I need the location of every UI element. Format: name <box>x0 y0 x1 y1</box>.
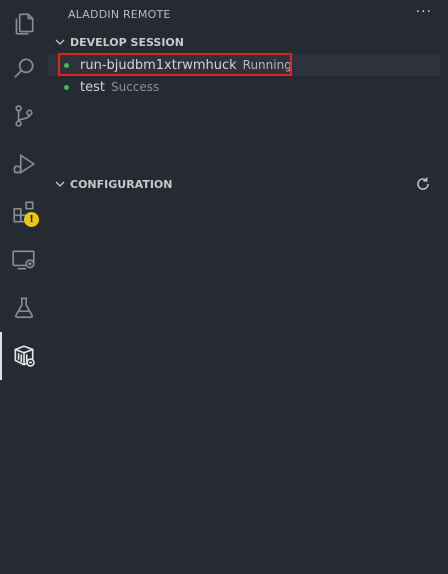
status-dot <box>64 84 69 90</box>
aladdin-remote-icon[interactable] <box>0 332 48 380</box>
search-icon[interactable] <box>0 44 48 92</box>
session-status: Success <box>110 80 160 94</box>
extensions-icon[interactable]: ! <box>0 188 48 236</box>
section-configuration[interactable]: CONFIGURATION <box>48 173 440 195</box>
session-item[interactable]: test Success <box>48 76 440 98</box>
refresh-icon[interactable] <box>414 175 432 193</box>
section-label: DEVELOP SESSION <box>70 35 184 49</box>
section-develop-session[interactable]: DEVELOP SESSION <box>48 31 440 53</box>
aladdin-remote-sidebar: ALADDIN REMOTE ··· DEVELOP SESSION run-b… <box>48 0 440 574</box>
warning-badge: ! <box>24 212 39 227</box>
section-label: CONFIGURATION <box>70 177 173 191</box>
selection-highlight <box>58 53 292 76</box>
source-control-icon[interactable] <box>0 92 48 140</box>
sidebar-edge <box>440 0 448 574</box>
testing-icon[interactable] <box>0 284 48 332</box>
chevron-down-icon <box>55 181 65 187</box>
remote-explorer-icon[interactable] <box>0 236 48 284</box>
session-name: test <box>80 79 105 95</box>
activity-bar: ! <box>0 0 48 574</box>
explorer-icon[interactable] <box>0 0 48 48</box>
more-actions-button[interactable]: ··· <box>416 4 432 20</box>
chevron-down-icon <box>55 39 65 45</box>
sidebar-title: ALADDIN REMOTE <box>68 8 171 21</box>
run-debug-icon[interactable] <box>0 140 48 188</box>
